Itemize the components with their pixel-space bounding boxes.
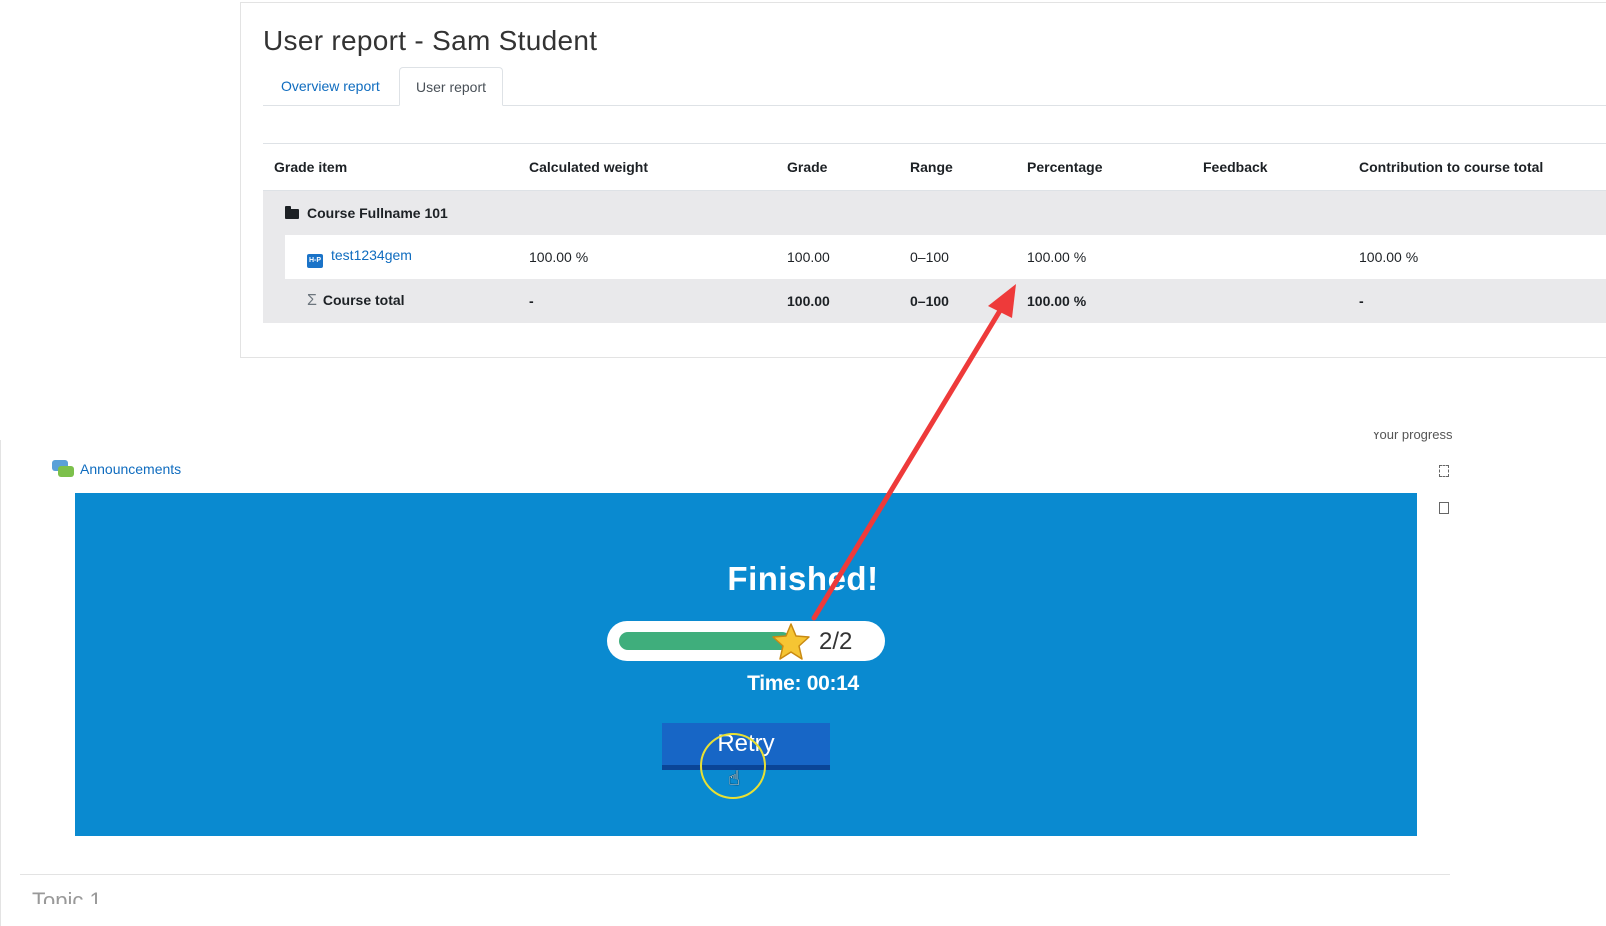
- category-name: Course Fullname 101: [307, 205, 448, 221]
- tab-overview-report[interactable]: Overview report: [265, 67, 396, 105]
- item-range: 0–100: [910, 235, 1027, 279]
- hand-cursor-icon: ☝: [728, 768, 741, 790]
- total-grade: 100.00: [787, 279, 910, 323]
- completion-checkbox-h5p[interactable]: [1439, 502, 1449, 514]
- total-range: 0–100: [910, 279, 1027, 323]
- header-grade-item[interactable]: Grade item: [263, 143, 529, 191]
- score-text: 2/2: [819, 628, 853, 655]
- grade-table: Grade item Calculated weight Grade Range…: [263, 143, 1606, 323]
- item-percentage: 100.00 %: [1027, 235, 1203, 279]
- table-header-row: Grade item Calculated weight Grade Range…: [263, 143, 1606, 191]
- page-title: User report - Sam Student: [263, 25, 598, 56]
- forum-icon: [52, 460, 74, 478]
- total-feedback: [1203, 279, 1359, 323]
- table-row-item: H-P test1234gem 100.00 % 100.00 0–100 100…: [263, 235, 1606, 279]
- sigma-icon: Σ: [307, 292, 317, 309]
- table-row-total: Σ Course total - 100.00 0–100 100.00 % -: [263, 279, 1606, 323]
- table-row-category: Course Fullname 101: [263, 190, 1606, 235]
- announcements-label: Announcements: [80, 461, 182, 477]
- header-feedback: Feedback: [1203, 143, 1359, 191]
- score-progress-fill: [619, 632, 791, 650]
- total-name: Course total: [322, 292, 405, 308]
- folder-icon: [285, 206, 299, 219]
- header-calculated-weight: Calculated weight: [529, 143, 787, 191]
- score-bar: 2/2: [607, 621, 885, 661]
- star-icon: [772, 623, 810, 660]
- announcements-link[interactable]: Announcements: [52, 460, 181, 478]
- time-text: Time: 00:14: [747, 672, 859, 695]
- finished-heading: Finished!: [727, 560, 879, 597]
- total-percentage: 100.00 %: [1027, 279, 1203, 323]
- header-grade: Grade: [787, 143, 910, 191]
- item-feedback: [1203, 235, 1359, 279]
- grade-item-link[interactable]: test1234gem: [331, 247, 412, 263]
- item-weight: 100.00 %: [529, 235, 787, 279]
- completion-checkbox-announcements[interactable]: [1439, 465, 1449, 477]
- item-contribution: 100.00 %: [1359, 235, 1606, 279]
- user-report-panel: User report - Sam Student Overview repor…: [240, 2, 1606, 358]
- header-range: Range: [910, 143, 1027, 191]
- tab-user-report[interactable]: User report: [399, 67, 504, 106]
- header-percentage: Percentage: [1027, 143, 1203, 191]
- h5p-icon: H-P: [307, 253, 323, 268]
- topic-heading: Topic 1: [32, 890, 102, 904]
- total-weight: -: [529, 279, 787, 323]
- header-contribution: Contribution to course total: [1359, 143, 1606, 191]
- item-grade: 100.00: [787, 235, 910, 279]
- section-divider: [20, 874, 1450, 875]
- progress-label: Your progress: [1372, 432, 1453, 442]
- report-tabs: Overview report User report: [263, 67, 1606, 106]
- total-contribution: -: [1359, 279, 1606, 323]
